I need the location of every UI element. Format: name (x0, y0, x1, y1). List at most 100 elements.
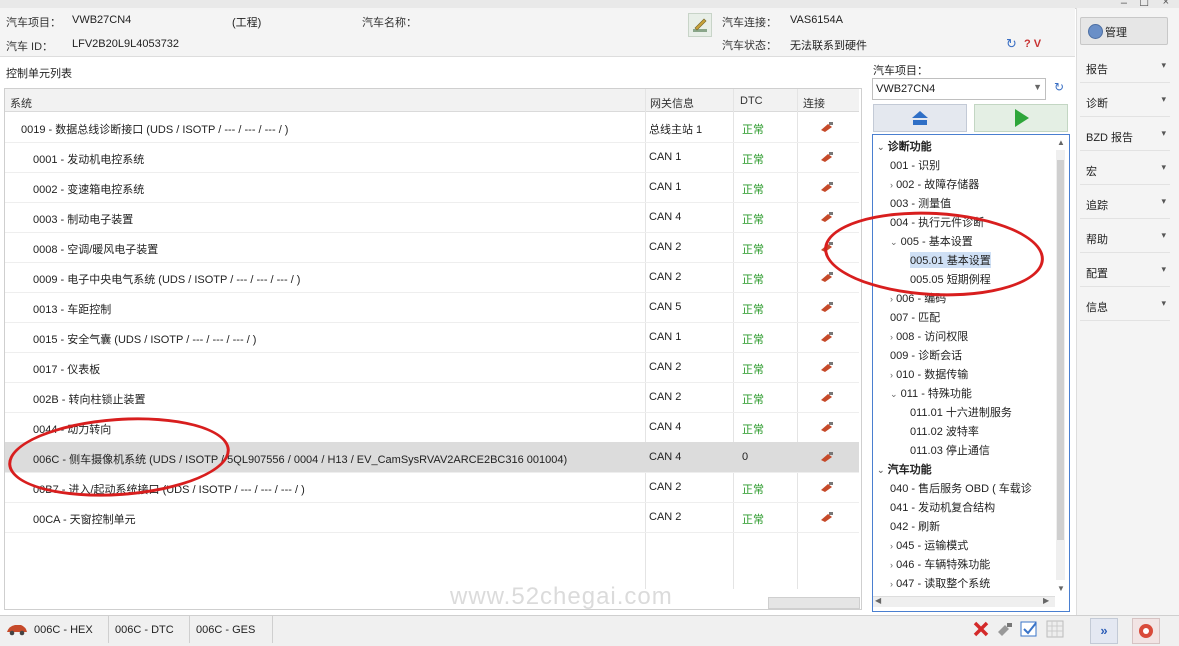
connection-icon[interactable] (820, 331, 834, 346)
dtc-cell: 正常 (742, 124, 764, 136)
tab-006c-ges[interactable]: 006C - GES (190, 615, 273, 643)
run-button[interactable] (974, 104, 1068, 132)
chevron-right-icon[interactable]: › (890, 294, 893, 304)
tab-006c-dtc[interactable]: 006C - DTC (109, 615, 190, 643)
gateway-cell: 总线主站 1 (649, 124, 703, 136)
stop-button[interactable] (1132, 618, 1160, 644)
checklist-icon[interactable] (1020, 620, 1040, 641)
sidebar-item-trace[interactable]: 追踪 ▾ (1080, 188, 1170, 219)
chevron-right-icon[interactable]: › (890, 370, 893, 380)
tree-node[interactable]: › 047 - 读取整个系统 (890, 575, 990, 591)
connection-icon[interactable] (820, 481, 834, 496)
connection-icon[interactable] (820, 421, 834, 436)
delete-icon[interactable] (972, 620, 990, 641)
tree-node[interactable]: 042 - 刷新 (890, 518, 940, 534)
chevron-down-icon: ▾ (1161, 94, 1166, 104)
table-row[interactable]: 0019 - 数据总线诊断接口 (UDS / ISOTP / --- / ---… (5, 112, 859, 143)
chevron-right-icon[interactable]: › (890, 560, 893, 570)
tree-node[interactable]: ⌄ 011 - 特殊功能 (890, 385, 972, 401)
tree-group[interactable]: ⌄ 诊断功能 (877, 138, 932, 154)
chevron-down-icon[interactable]: ⌄ (877, 465, 885, 475)
tab-006c-hex[interactable]: 006C - HEX (28, 615, 109, 643)
tree-horizontal-scrollbar[interactable] (873, 596, 1055, 607)
gateway-cell: CAN 1 (649, 181, 682, 193)
tree-node-label: 011.02 波特率 (910, 426, 979, 438)
horizontal-scrollbar[interactable] (768, 597, 860, 609)
tree-node-label: 008 - 访问权限 (896, 331, 969, 343)
upload-button[interactable] (873, 104, 967, 132)
sidebar-item-report[interactable]: 报告 ▾ (1080, 52, 1170, 83)
close-button[interactable]: × (1163, 0, 1169, 8)
chevron-right-icon[interactable]: › (890, 180, 893, 190)
sidebar-item-diagnosis[interactable]: 诊断 ▾ (1080, 86, 1170, 117)
connection-icon[interactable] (820, 301, 834, 316)
scroll-right-icon[interactable]: ▶ (1043, 596, 1049, 605)
scroll-up-icon[interactable]: ▲ (1057, 138, 1065, 147)
edit-vehicle-button[interactable] (688, 13, 712, 37)
sidebar-item-info[interactable]: 信息 ▾ (1080, 290, 1170, 321)
chevron-right-icon[interactable]: › (890, 541, 893, 551)
tree-node[interactable]: 011.01 十六进制服务 (910, 404, 1012, 420)
table-row[interactable]: 0009 - 电子中央电气系统 (UDS / ISOTP / --- / ---… (5, 262, 859, 293)
tree-node[interactable]: › 002 - 故障存储器 (890, 176, 979, 192)
refresh-icon[interactable]: ↻ (1006, 36, 1017, 52)
sidebar-item-bzd-report[interactable]: BZD 报告 ▾ (1080, 120, 1170, 151)
table-row[interactable]: 0003 - 制动电子装置 CAN 4 正常 (5, 202, 859, 233)
scroll-left-icon[interactable]: ◀ (875, 596, 881, 605)
chevron-right-icon[interactable]: › (890, 332, 893, 342)
connection-icon[interactable] (820, 211, 834, 226)
table-row[interactable]: 0001 - 发动机电控系统 CAN 1 正常 (5, 142, 859, 173)
tree-node[interactable]: › 046 - 车辆特殊功能 (890, 556, 990, 572)
refresh-project-icon[interactable]: ↻ (1054, 80, 1064, 94)
grid-icon[interactable] (1046, 620, 1064, 641)
column-header-gateway[interactable]: 网关信息 (650, 95, 694, 111)
connection-icon[interactable] (820, 451, 834, 466)
connection-icon[interactable] (820, 271, 834, 286)
tree-node[interactable]: 041 - 发动机复合结构 (890, 499, 995, 515)
connection-icon[interactable] (820, 151, 834, 166)
tree-scroll-thumb[interactable] (1057, 160, 1064, 540)
table-row[interactable]: 0017 - 仪表板 CAN 2 正常 (5, 352, 859, 383)
column-header-connection[interactable]: 连接 (803, 95, 825, 111)
table-row[interactable]: 002B - 转向柱锁止装置 CAN 2 正常 (5, 382, 859, 413)
project-select[interactable]: VWB27CN4 ▼ (872, 78, 1046, 100)
manage-button[interactable]: 管理 (1080, 17, 1168, 45)
table-row[interactable]: 00CA - 天窗控制单元 CAN 2 正常 (5, 502, 859, 533)
tree-node[interactable]: 040 - 售后服务 OBD ( 车载诊 (890, 480, 1032, 496)
table-row[interactable]: 0002 - 变速箱电控系统 CAN 1 正常 (5, 172, 859, 203)
connection-icon[interactable] (820, 361, 834, 376)
table-header (5, 89, 859, 112)
tree-group[interactable]: ⌄ 汽车功能 (877, 461, 932, 477)
table-row[interactable]: 0015 - 安全气囊 (UDS / ISOTP / --- / --- / -… (5, 322, 859, 353)
tree-node[interactable]: 011.03 停止通信 (910, 442, 990, 458)
tree-node[interactable]: 009 - 诊断会话 (890, 347, 962, 363)
column-header-system[interactable]: 系统 (10, 95, 32, 111)
next-button[interactable]: » (1090, 618, 1118, 644)
tree-node[interactable]: 011.02 波特率 (910, 423, 979, 439)
tree-node[interactable]: › 045 - 运输模式 (890, 537, 968, 553)
table-row[interactable]: 0013 - 车距控制 CAN 5 正常 (5, 292, 859, 323)
connector-icon[interactable] (996, 620, 1014, 641)
tree-node-label: 001 - 识别 (890, 160, 941, 172)
help-version-icon[interactable]: ? V (1024, 38, 1041, 50)
scroll-down-icon[interactable]: ▼ (1057, 584, 1065, 593)
sidebar-item-help[interactable]: 帮助 ▾ (1080, 222, 1170, 253)
connection-icon[interactable] (820, 511, 834, 526)
connection-icon[interactable] (820, 121, 834, 136)
chevron-down-icon[interactable]: ⌄ (890, 389, 898, 399)
sidebar-item-config[interactable]: 配置 ▾ (1080, 256, 1170, 287)
tree-node[interactable]: 007 - 匹配 (890, 309, 940, 325)
sidebar-item-label: BZD 报告 (1086, 132, 1134, 144)
tree-node[interactable]: 001 - 识别 (890, 157, 940, 173)
connection-icon[interactable] (820, 391, 834, 406)
sidebar-item-macro[interactable]: 宏 ▾ (1080, 154, 1170, 185)
gateway-cell: CAN 4 (649, 451, 682, 463)
table-row[interactable]: 0008 - 空调/暖风电子装置 CAN 2 正常 (5, 232, 859, 263)
tree-node[interactable]: 003 - 测量值 (890, 195, 951, 211)
connection-icon[interactable] (820, 181, 834, 196)
tree-node[interactable]: › 010 - 数据传输 (890, 366, 968, 382)
chevron-down-icon[interactable]: ⌄ (877, 142, 885, 152)
tree-node[interactable]: › 008 - 访问权限 (890, 328, 968, 344)
chevron-right-icon[interactable]: › (890, 579, 893, 589)
column-header-dtc[interactable]: DTC (740, 95, 763, 107)
